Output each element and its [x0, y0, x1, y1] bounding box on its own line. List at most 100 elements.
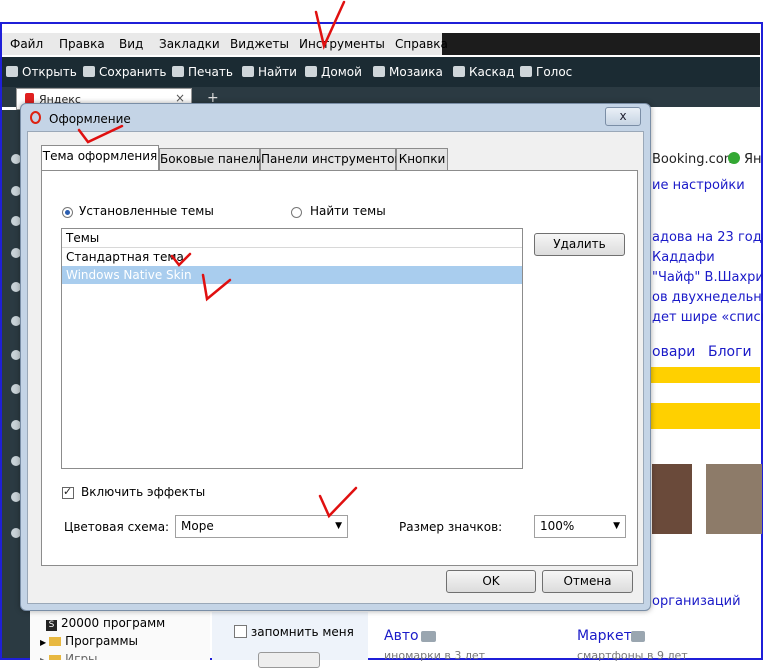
cart-icon	[631, 631, 645, 642]
toolbar-cascade-label: Каскад	[469, 65, 515, 79]
page-login-panel: запомнить меня	[212, 612, 368, 668]
menu-file[interactable]: Файл	[10, 37, 43, 51]
games-folder-label: Игры	[65, 652, 98, 660]
page-news-link[interactable]: адова на 23 года	[652, 230, 763, 245]
tab-toolbars[interactable]: Панели инструментов	[260, 148, 402, 170]
tripadvisor-icon	[728, 152, 740, 164]
theme-row-standard[interactable]: Стандартная тема	[62, 248, 522, 266]
annotation-checkmark	[314, 0, 346, 50]
main-toolbar: Открыть Сохранить Печать Найти Домой Моз…	[2, 57, 760, 87]
toolbar-find-button[interactable]: Найти	[242, 65, 297, 79]
delete-theme-button[interactable]: Удалить	[534, 233, 625, 256]
icon-size-value: 100%	[540, 519, 575, 533]
enable-effects-label[interactable]: Включить эффекты	[81, 485, 205, 499]
themes-column-header: Темы	[66, 231, 100, 245]
page-link-blogs[interactable]: Блоги	[708, 344, 752, 360]
games-folder-item[interactable]: ▶ Игры	[40, 652, 98, 660]
annotation-checkmark	[170, 252, 192, 267]
page-photo[interactable]	[652, 464, 692, 534]
toolbar-save-label: Сохранить	[99, 65, 167, 79]
menu-bookmarks[interactable]: Закладки	[159, 37, 220, 51]
ok-button[interactable]: OK	[446, 570, 536, 593]
programs-folder-item[interactable]: ▶ Программы	[40, 634, 138, 648]
microphone-icon	[520, 66, 532, 77]
search-icon	[242, 66, 254, 77]
toolbar-save-button[interactable]: Сохранить	[83, 65, 167, 79]
remember-me-option[interactable]: запомнить меня	[234, 625, 354, 639]
page-link-booking[interactable]: Booking.com	[652, 152, 736, 167]
expand-arrow-icon: ▶	[40, 656, 46, 660]
toolbar-open-button[interactable]: Открыть	[6, 65, 77, 79]
page-market-subtext: смартфоны в 9 лет	[577, 649, 688, 662]
software-logo-icon: S	[46, 620, 57, 631]
toolbar-home-label: Домой	[321, 65, 362, 79]
page-link-settings[interactable]: ие настройки	[652, 178, 745, 193]
page-link-auto[interactable]: Авто	[384, 628, 419, 644]
tab-theme[interactable]: Тема оформления	[41, 145, 159, 170]
color-scheme-label: Цветовая схема:	[64, 520, 170, 534]
annotation-checkmark	[77, 124, 124, 144]
page-news-link[interactable]: Каддафи	[652, 250, 715, 265]
toolbar-home-button[interactable]: Домой	[305, 65, 362, 79]
open-icon	[6, 66, 18, 77]
menu-edit[interactable]: Правка	[59, 37, 105, 51]
menu-help[interactable]: Справка	[395, 37, 448, 51]
page-banner-block	[640, 403, 760, 429]
page-news-link[interactable]: ов двухнедельную	[652, 290, 763, 305]
color-scheme-value: Море	[181, 519, 214, 533]
page-auto-subtext: иномарки в 3 лет	[384, 649, 486, 662]
dialog-client-area: Тема оформления Боковые панели Панели ин…	[27, 131, 644, 604]
find-themes-radio[interactable]	[291, 207, 302, 218]
toolbar-find-label: Найти	[258, 65, 297, 79]
themes-list[interactable]: Темы Стандартная тема Windows Native Ski…	[61, 228, 523, 469]
expand-arrow-icon: ▶	[40, 638, 47, 647]
page-news-link[interactable]: дет шире «списка	[652, 310, 763, 325]
window-title-strip	[0, 0, 763, 22]
installed-themes-radio[interactable]	[62, 207, 73, 218]
annotation-checkmark	[318, 486, 358, 519]
installed-themes-label[interactable]: Установленные темы	[79, 204, 214, 218]
page-link-slovari[interactable]: овари	[652, 344, 695, 360]
page-news-link[interactable]: "Чайф" В.Шахрин	[652, 270, 763, 285]
find-themes-label[interactable]: Найти темы	[310, 204, 386, 218]
page-link-yandex[interactable]: Ян	[744, 152, 762, 167]
toolbar-voice-label: Голос	[536, 65, 573, 79]
page-banner-stripe	[640, 367, 760, 383]
remember-me-label: запомнить меня	[250, 625, 354, 639]
enable-effects-checkbox[interactable]	[62, 485, 74, 499]
save-icon	[83, 66, 95, 77]
appearance-dialog: Оформление x Тема оформления Боковые пан…	[20, 103, 651, 611]
tile-icon	[373, 66, 385, 77]
toolbar-print-button[interactable]: Печать	[172, 65, 233, 79]
home-icon	[305, 66, 317, 77]
icon-size-select[interactable]: 100% ▼	[534, 515, 626, 538]
cancel-button[interactable]: Отмена	[542, 570, 633, 593]
cascade-icon	[453, 66, 465, 77]
opera-logo-icon	[30, 111, 41, 124]
page-link-organizations[interactable]: организаций	[652, 594, 741, 609]
tab-buttons[interactable]: Кнопки	[396, 148, 448, 170]
theme-row-windows-native[interactable]: Windows Native Skin	[62, 266, 522, 284]
folder-icon	[49, 637, 62, 646]
dropdown-arrow-icon: ▼	[613, 521, 620, 531]
print-icon	[172, 66, 184, 77]
menu-widgets[interactable]: Виджеты	[230, 37, 289, 51]
dialog-close-button[interactable]: x	[605, 107, 641, 126]
page-link-market[interactable]: Маркет	[577, 628, 632, 644]
toolbar-tile-label: Мозаика	[389, 65, 443, 79]
toolbar-voice-button[interactable]: Голос	[520, 65, 572, 79]
car-icon	[421, 631, 436, 642]
toolbar-print-label: Печать	[188, 65, 233, 79]
page-photo[interactable]	[706, 464, 762, 534]
remember-me-checkbox[interactable]	[234, 625, 247, 638]
menu-bar: Файл Правка Вид Закладки Виджеты Инструм…	[2, 33, 760, 55]
software-count-item[interactable]: S 20000 программ	[46, 616, 165, 631]
menu-view[interactable]: Вид	[119, 37, 143, 51]
icon-size-label: Размер значков:	[399, 520, 503, 534]
software-count-label: 20000 программ	[61, 616, 166, 630]
tab-side-panels[interactable]: Боковые панели	[159, 148, 264, 170]
login-button[interactable]	[258, 652, 320, 668]
toolbar-cascade-button[interactable]: Каскад	[453, 65, 514, 79]
toolbar-tile-button[interactable]: Мозаика	[373, 65, 443, 79]
folder-icon	[49, 655, 62, 660]
